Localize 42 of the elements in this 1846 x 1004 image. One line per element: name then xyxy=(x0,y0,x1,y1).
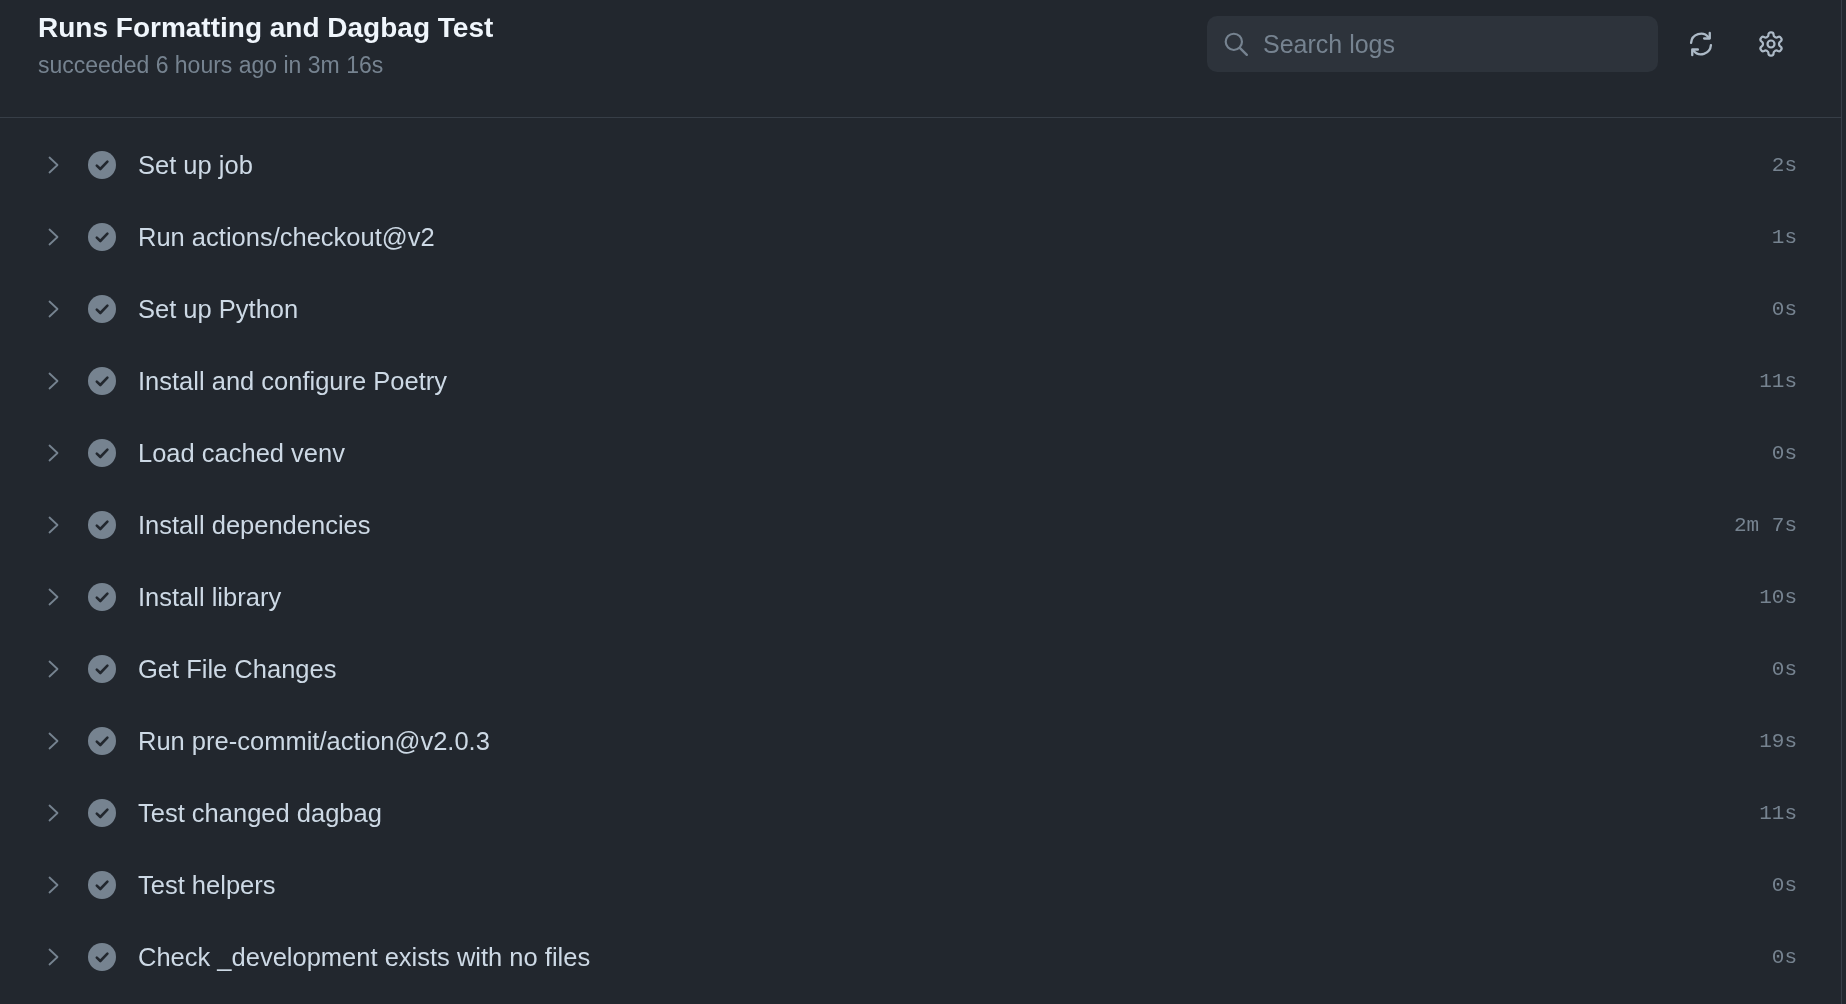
job-title: Runs Formatting and Dagbag Test xyxy=(38,12,494,44)
step-duration: 19s xyxy=(1759,729,1797,753)
step-name[interactable]: Run actions/checkout@v2 xyxy=(138,222,435,252)
chevron-icon[interactable] xyxy=(48,876,59,894)
chevron-icon[interactable] xyxy=(48,660,59,678)
step-name[interactable]: Test changed dagbag xyxy=(138,798,382,828)
chevron-icon[interactable] xyxy=(48,732,59,750)
step-duration: 11s xyxy=(1759,369,1797,393)
step-duration: 0s xyxy=(1771,297,1797,321)
chevron-icon[interactable] xyxy=(48,300,59,318)
step-duration: 0s xyxy=(1771,441,1797,465)
step-duration: 2m 7s xyxy=(1734,513,1797,537)
search-icon xyxy=(1223,31,1249,57)
step-name[interactable]: Get File Changes xyxy=(138,654,337,684)
step-name[interactable]: Load cached venv xyxy=(138,438,345,468)
refresh-icon[interactable] xyxy=(1687,30,1715,58)
settings-icon[interactable] xyxy=(1757,30,1785,58)
chevron-icon[interactable] xyxy=(48,228,59,246)
chevron-icon[interactable] xyxy=(48,156,59,174)
step-name[interactable]: Install dependencies xyxy=(138,510,371,540)
chevron-icon[interactable] xyxy=(48,372,59,390)
step-duration: 0s xyxy=(1771,945,1797,969)
chevron-icon[interactable] xyxy=(48,804,59,822)
step-duration: 10s xyxy=(1759,585,1797,609)
step-duration: 0s xyxy=(1771,657,1797,681)
chevron-icon[interactable] xyxy=(48,444,59,462)
chevron-icon[interactable] xyxy=(48,516,59,534)
step-name[interactable]: Set up Python xyxy=(138,294,299,324)
step-name[interactable]: Install and configure Poetry xyxy=(138,366,447,396)
step-duration: 1s xyxy=(1771,225,1797,249)
chevron-icon[interactable] xyxy=(48,948,59,966)
search-field[interactable]: Search logs xyxy=(1207,16,1658,72)
step-name[interactable]: Check _development exists with no files xyxy=(138,942,591,972)
step-name[interactable]: Install library xyxy=(138,582,282,612)
step-name[interactable]: Test helpers xyxy=(138,870,276,900)
step-duration: 0s xyxy=(1771,873,1797,897)
step-duration: 11s xyxy=(1759,801,1797,825)
step-name[interactable]: Run pre-commit/action@v2.0.3 xyxy=(138,726,490,756)
job-status-summary: succeeded 6 hours ago in 3m 16s xyxy=(38,51,384,79)
step-duration: 2s xyxy=(1771,153,1797,177)
step-name[interactable]: Set up job xyxy=(138,150,253,180)
chevron-icon[interactable] xyxy=(48,588,59,606)
